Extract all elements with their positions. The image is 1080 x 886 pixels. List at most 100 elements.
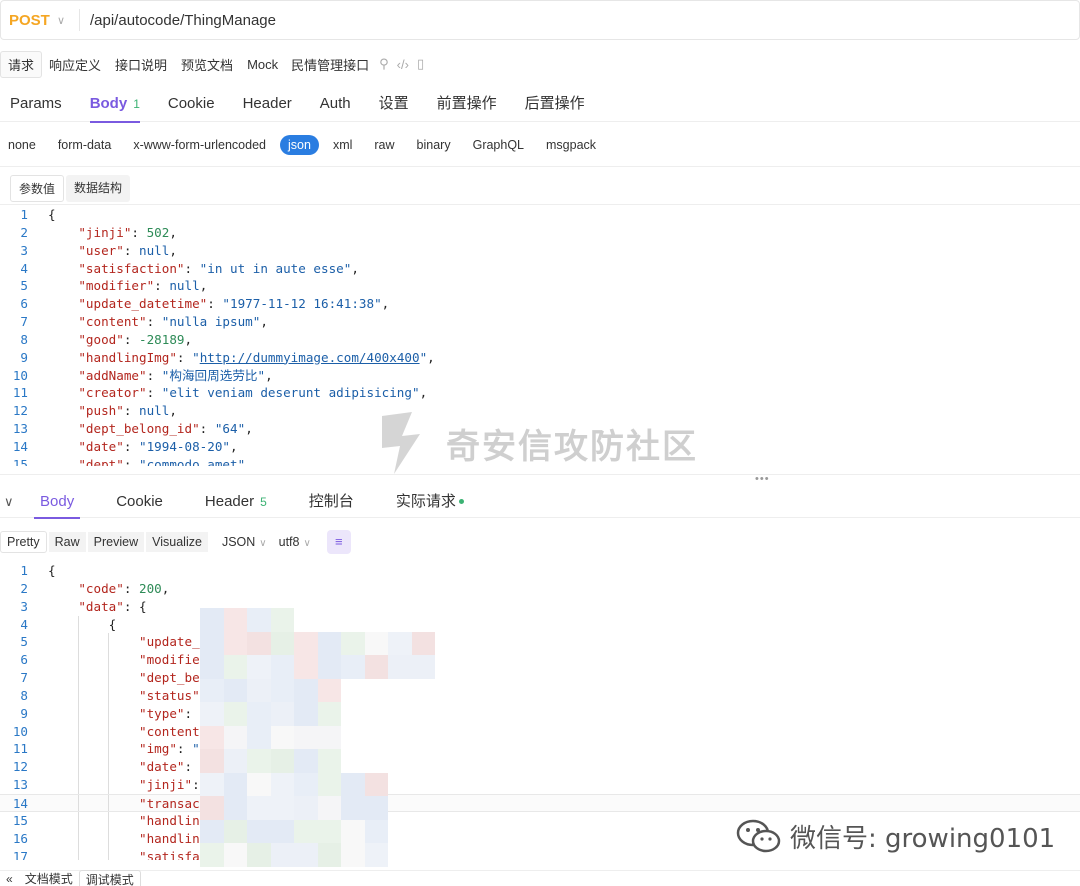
response-tab-body[interactable]: Body [30, 486, 84, 519]
url-bar: POST ∨ /api/autocode/ThingManage [0, 0, 1080, 40]
url-input[interactable]: /api/autocode/ThingManage [90, 12, 276, 29]
tab-body[interactable]: Body 1 [80, 86, 150, 123]
tab-auth[interactable]: Auth [310, 86, 361, 122]
mosaic-cell [294, 749, 318, 773]
view-raw[interactable]: Raw [48, 532, 86, 552]
line-number: 5 [20, 278, 28, 294]
mosaic-cell [200, 749, 224, 773]
body-type-form-data[interactable]: form-data [50, 135, 120, 155]
encoding-select[interactable]: utf8 ∨ [279, 535, 311, 549]
mosaic-cell [200, 631, 224, 655]
body-type-urlencoded[interactable]: x-www-form-urlencoded [125, 135, 274, 155]
doc-tab-mock[interactable]: Mock [240, 54, 285, 75]
mosaic-cell [294, 655, 318, 679]
mosaic-cell [411, 655, 435, 679]
doc-tab-response-def[interactable]: 响应定义 [42, 52, 108, 77]
mosaic-cell [294, 678, 318, 702]
line-number: 14 [12, 438, 28, 454]
mosaic-cell [341, 796, 365, 820]
response-tab-header-label: Header [204, 492, 255, 510]
tab-post-actions[interactable]: 后置操作 [515, 86, 595, 122]
doc-tab-preview[interactable]: 预览文档 [174, 52, 240, 77]
chevron-down-icon[interactable]: ∨ [57, 14, 79, 27]
response-tab-cookie[interactable]: Cookie [106, 486, 173, 518]
tab-param-values[interactable]: 参数值 [10, 175, 65, 202]
code-line: 5 "update_d [0, 633, 1080, 652]
tab-params[interactable]: Params [0, 86, 72, 122]
mosaic-cell [270, 655, 294, 679]
code-line: 7 "dept_bel [0, 669, 1080, 687]
code-text: "type": - [139, 705, 208, 721]
collapse-chevron-icon[interactable]: ∨ [0, 494, 30, 510]
mosaic-cell [270, 702, 294, 726]
code-line: 9 "handlingImg": "http://dummyimage.com/… [0, 349, 1080, 367]
wrap-lines-icon[interactable]: ≡ [326, 530, 351, 554]
code-line: 8 "good": -28189, [0, 331, 1080, 349]
mosaic-cell [294, 843, 318, 867]
tab-cookie[interactable]: Cookie [158, 86, 225, 122]
indent-guide [108, 794, 110, 811]
indent-guide [78, 811, 79, 830]
encoding-select-value: utf8 [278, 535, 300, 549]
doc-tab-request[interactable]: 请求 [0, 50, 43, 78]
collapse-left-icon[interactable]: « [0, 872, 19, 886]
body-type-raw[interactable]: raw [366, 135, 402, 155]
indent-guide [108, 686, 110, 705]
code-text: "handlingImg": "http://dummyimage.com/40… [78, 349, 435, 365]
code-text: "user": null, [78, 242, 177, 258]
view-visualize[interactable]: Visualize [146, 532, 208, 552]
tab-settings[interactable]: 设置 [369, 86, 419, 122]
code-line: 2 "code": 200, [0, 580, 1080, 598]
mosaic-cell [270, 678, 294, 702]
line-number: 17 [12, 848, 28, 861]
body-type-none[interactable]: none [0, 135, 44, 155]
code-text: "transact [139, 795, 208, 811]
qianxin-watermark: 奇安信攻防社区 [372, 410, 698, 476]
indent-guide [78, 633, 79, 652]
tab-pre-actions[interactable]: 前置操作 [427, 86, 507, 122]
code-icon[interactable]: ‹/› [397, 57, 409, 72]
response-tab-actual-request[interactable]: 实际请求 [386, 486, 474, 518]
indent-guide [108, 722, 110, 741]
mode-doc[interactable]: 文档模式 [19, 870, 79, 886]
response-body-editor[interactable]: 1{2 "code": 200, 3 "data": {4 {5 "update_… [0, 562, 1080, 860]
tab-data-structure[interactable]: 数据结构 [66, 175, 131, 202]
wechat-id-text: 微信号: growing0101 [790, 824, 1056, 854]
mosaic-cell [270, 796, 294, 820]
code-text: "creator": "elit veniam deserunt adipisi… [78, 385, 428, 401]
view-preview[interactable]: Preview [87, 532, 145, 552]
body-type-json[interactable]: json [280, 135, 319, 155]
line-number: 11 [12, 741, 28, 757]
header-count-badge: 5 [260, 494, 267, 509]
drag-handle-icon[interactable]: ••• [755, 473, 770, 485]
mode-footer: « 文档模式 调试模式 [0, 869, 1080, 886]
tab-header[interactable]: Header [233, 86, 302, 122]
body-type-graphql[interactable]: GraphQL [465, 135, 532, 155]
doc-tab-api-desc[interactable]: 接口说明 [108, 52, 174, 77]
body-type-msgpack[interactable]: msgpack [538, 135, 604, 155]
panel-splitter[interactable]: ••• [0, 473, 1080, 485]
mosaic-cell [270, 843, 294, 867]
body-type-xml[interactable]: xml [325, 135, 360, 155]
line-number: 15 [12, 812, 28, 828]
line-number: 7 [20, 670, 28, 686]
panel-icon[interactable]: ▯ [417, 56, 424, 72]
mosaic-cell [317, 655, 341, 679]
doc-tabs: 请求 响应定义 接口说明 预览文档 Mock 民情管理接口 ⚲ ‹/› ▯ [0, 50, 424, 78]
link-icon[interactable]: ⚲ [379, 56, 389, 72]
code-line: 6 "update_datetime": "1977-11-12 16:41:3… [0, 295, 1080, 313]
code-text: "satisfa [139, 848, 200, 861]
format-select[interactable]: JSON ∨ [222, 535, 267, 549]
line-number: 1 [20, 207, 28, 222]
mode-debug[interactable]: 调试模式 [78, 869, 141, 886]
mosaic-cell [247, 631, 271, 655]
indent-guide [78, 794, 79, 811]
response-tab-console[interactable]: 控制台 [299, 486, 364, 518]
body-type-binary[interactable]: binary [409, 135, 459, 155]
method-select[interactable]: POST [1, 12, 57, 29]
code-text: "update_d [139, 634, 208, 650]
mosaic-cell [270, 819, 294, 843]
code-line: 12 "date": " [0, 758, 1080, 777]
response-tab-header[interactable]: Header 5 [195, 486, 277, 518]
view-pretty[interactable]: Pretty [0, 531, 47, 553]
